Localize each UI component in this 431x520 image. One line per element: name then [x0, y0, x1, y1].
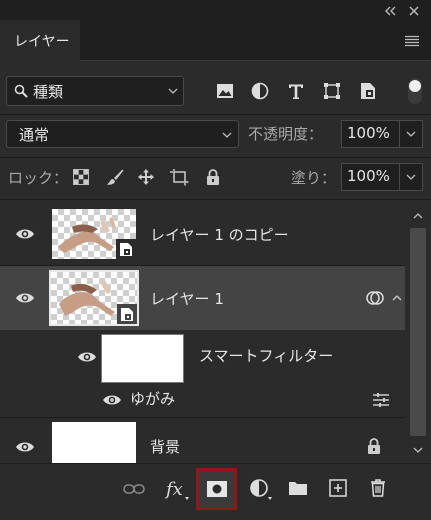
lock-pixels-brush-icon[interactable] [104, 166, 126, 188]
filter-name[interactable]: ゆがみ [130, 388, 175, 409]
visibility-eye-icon[interactable] [14, 289, 36, 307]
visibility-eye-icon[interactable] [14, 438, 36, 456]
add-layer-mask-button[interactable] [196, 468, 237, 510]
blend-mode-dropdown[interactable]: 通常 [6, 120, 239, 148]
fill-value: 100% [347, 167, 390, 185]
svg-text:fx: fx [164, 479, 183, 500]
layer-name[interactable]: レイヤー 1 のコピー [150, 224, 289, 245]
add-mask-icon [206, 481, 227, 497]
pixel-layer-filter-icon[interactable] [214, 80, 236, 102]
filter-mask-thumbnail[interactable] [101, 334, 184, 383]
fx-layer-style-icon[interactable]: fx [164, 476, 190, 502]
filter-item-warp-row[interactable]: ゆがみ [0, 385, 405, 415]
adjustment-layer-filter-icon[interactable] [249, 80, 271, 102]
lock-transparency-icon[interactable] [71, 167, 91, 187]
scroll-up-icon[interactable] [411, 210, 425, 222]
collapse-icon[interactable] [382, 3, 398, 19]
opacity-label: 不透明度： [248, 125, 324, 143]
layer-row-layer1[interactable]: レイヤー 1 [0, 266, 405, 330]
chevron-up-icon[interactable] [390, 292, 404, 304]
visibility-eye-icon[interactable] [14, 225, 36, 243]
layer-name[interactable]: レイヤー 1 [150, 288, 224, 309]
lock-artboard-icon[interactable] [168, 166, 190, 188]
link-layers-icon[interactable] [122, 478, 146, 500]
divider [0, 199, 431, 200]
layer-thumbnail [52, 209, 136, 259]
opacity-value: 100% [347, 124, 390, 142]
panel-menu-icon[interactable] [402, 33, 422, 49]
bottom-toolbar: fx [0, 463, 431, 520]
layer-row-background[interactable]: 背景 [0, 418, 405, 463]
smart-filter-label: スマートフィルター [199, 347, 334, 365]
delete-layer-trash-icon[interactable] [366, 476, 390, 500]
chevron-down-icon [167, 85, 179, 97]
smart-filter-row[interactable]: スマートフィルター [0, 330, 405, 385]
new-adjustment-layer-icon[interactable] [248, 476, 274, 502]
search-icon [13, 83, 29, 99]
new-group-folder-icon[interactable] [286, 477, 310, 499]
divider [0, 157, 431, 158]
filter-toggle[interactable] [408, 78, 422, 104]
filter-kind-dropdown[interactable]: 種類 [6, 76, 184, 106]
blend-mode-label: 通常 [19, 126, 50, 144]
visibility-eye-icon[interactable] [76, 348, 98, 366]
shape-layer-filter-icon[interactable] [321, 80, 343, 102]
type-layer-filter-icon[interactable] [285, 80, 307, 102]
tab-layers-label: レイヤー [14, 34, 70, 50]
filter-blending-options-icon[interactable] [370, 392, 392, 408]
lock-icon [365, 436, 383, 456]
close-icon[interactable] [406, 3, 422, 19]
scrollbar-thumb[interactable] [410, 228, 426, 436]
lock-label: ロック： [8, 169, 69, 187]
smart-object-badge-icon [116, 239, 136, 259]
chevron-down-icon [406, 174, 416, 180]
new-layer-icon[interactable] [326, 477, 350, 499]
layer-thumbnail [52, 422, 136, 463]
smart-filter-indicator-icon[interactable] [364, 288, 386, 308]
smart-object-filter-icon[interactable] [357, 80, 379, 102]
layer-name[interactable]: 背景 [150, 436, 180, 457]
toggle-knob [409, 80, 421, 92]
tab-layers[interactable]: レイヤー [0, 20, 80, 61]
chevron-down-icon [406, 131, 416, 137]
visibility-eye-icon[interactable] [101, 391, 123, 409]
smart-object-badge-icon [117, 304, 137, 324]
opacity-dropdown-button[interactable] [399, 120, 423, 148]
fill-field[interactable]: 100% [341, 163, 400, 191]
layer-row-copy[interactable]: レイヤー 1 のコピー [0, 204, 405, 265]
divider [0, 114, 431, 115]
lock-position-move-icon[interactable] [135, 166, 157, 188]
layer-thumbnail-selected [49, 270, 139, 326]
scrollbar[interactable] [405, 204, 431, 463]
scroll-down-icon[interactable] [411, 444, 425, 456]
panel-top-strip [0, 0, 431, 20]
chevron-down-icon [221, 129, 233, 141]
fill-dropdown-button[interactable] [399, 163, 423, 191]
fill-label: 塗り： [291, 169, 337, 187]
opacity-field[interactable]: 100% [341, 120, 400, 148]
lock-all-icon[interactable] [203, 166, 223, 188]
filter-kind-label: 種類 [33, 83, 64, 101]
